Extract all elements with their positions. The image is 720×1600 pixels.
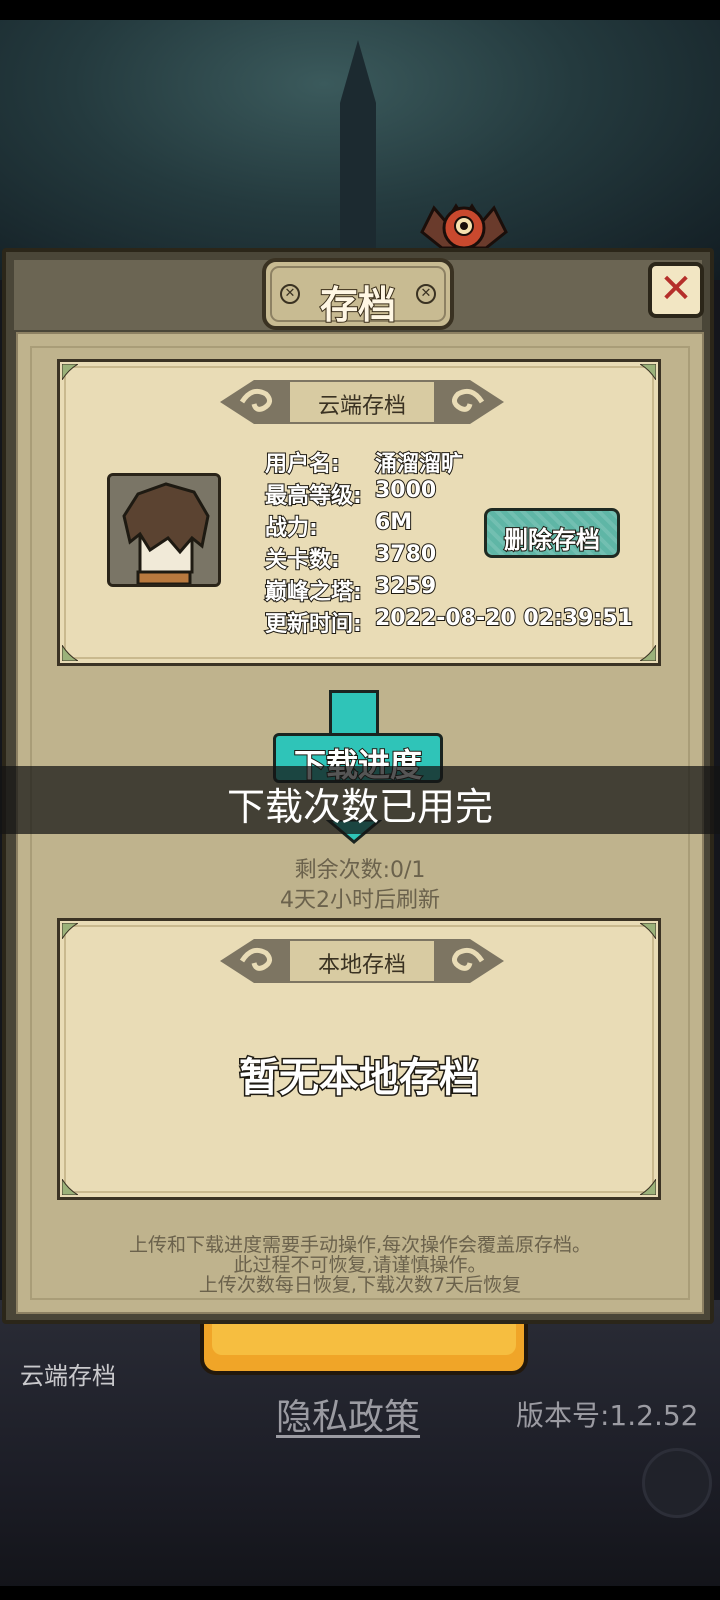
corner-ornament-icon	[62, 645, 78, 661]
corner-ornament-icon	[62, 923, 78, 939]
peak-tower-label: 巅峰之塔:	[264, 579, 363, 606]
max-level-label: 最高等级:	[264, 483, 363, 510]
refresh-timer: 4天2小时后刷新	[280, 888, 440, 913]
update-time-label: 更新时间:	[264, 611, 363, 638]
corner-ornament-icon	[62, 364, 78, 380]
power-label: 战力:	[264, 515, 319, 542]
version-label: 版本号:1.2.52	[516, 1399, 699, 1432]
delete-save-label: 删除存档	[503, 525, 601, 555]
close-button[interactable]: ✕	[648, 262, 704, 318]
notice-line-1: 上传和下载进度需要手动操作,每次操作会覆盖原存档。	[128, 1234, 592, 1256]
notice-line-2: 此过程不可恢复,请谨慎操作。	[233, 1254, 487, 1276]
navigation-bar	[0, 1586, 720, 1600]
cloud-save-card: 云端存档 用户名: 涌溜溜旷 最高等级: 3000 战力: 6M 关卡数: 37…	[57, 359, 661, 666]
peak-tower-value: 3259	[374, 573, 437, 600]
no-local-save-message: 暂无本地存档	[238, 1054, 481, 1103]
toast-message: 下载次数已用完	[226, 785, 493, 829]
corner-ornament-icon	[640, 645, 656, 661]
max-level-value: 3000	[374, 477, 437, 504]
remaining-count: 剩余次数:0/1	[294, 858, 426, 883]
status-bar	[0, 0, 720, 20]
update-time-value: 2022-08-20 02:39:51	[374, 605, 634, 632]
character-portrait-icon	[110, 476, 218, 584]
delete-save-button[interactable]: 删除存档	[484, 508, 620, 558]
username-value: 涌溜溜旷	[374, 451, 464, 478]
stage-count-label: 关卡数:	[264, 547, 341, 574]
download-arrow-stem	[329, 690, 379, 734]
corner-ornament-icon	[640, 364, 656, 380]
notice-line-3: 上传次数每日恢复,下载次数7天后恢复	[198, 1274, 522, 1296]
cloud-save-menu-label[interactable]: 云端存档	[20, 1356, 116, 1391]
title-plaque: ✕ ✕ 存档	[262, 258, 454, 330]
username-label: 用户名:	[264, 451, 341, 478]
local-save-card: 本地存档 暂无本地存档	[57, 918, 661, 1200]
stage-count-value: 3780	[374, 541, 437, 568]
corner-ornament-icon	[640, 923, 656, 939]
player-avatar	[107, 473, 221, 587]
privacy-policy-link[interactable]: 隐私政策	[276, 1388, 420, 1440]
toast-banner: 下载次数已用完	[0, 766, 720, 834]
power-value: 6M	[374, 509, 413, 536]
round-menu-button[interactable]	[642, 1448, 712, 1518]
corner-ornament-icon	[640, 1179, 656, 1195]
cloud-save-title: 云端存档	[317, 394, 406, 419]
local-save-title: 本地存档	[317, 953, 406, 978]
corner-ornament-icon	[62, 1179, 78, 1195]
dialog-title: 存档	[319, 282, 397, 328]
